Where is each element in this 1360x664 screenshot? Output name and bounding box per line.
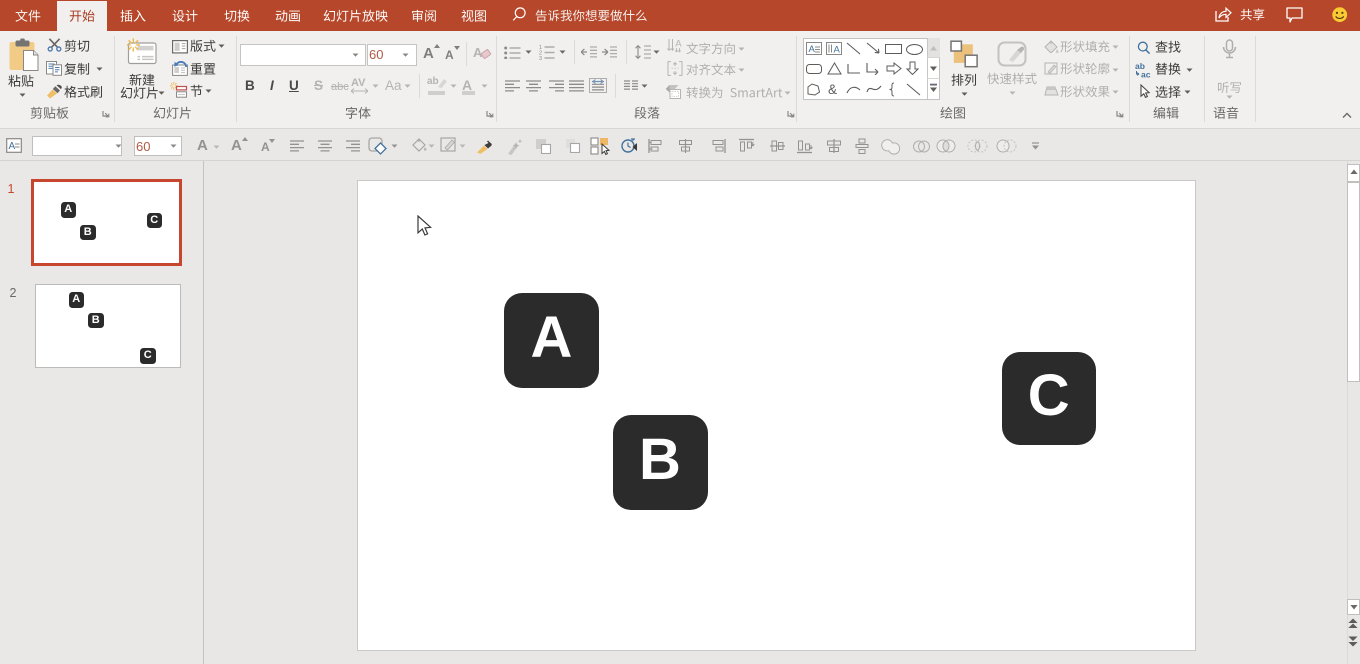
svg-text:3: 3 xyxy=(539,56,542,60)
svg-text:A: A xyxy=(809,44,816,55)
svg-text:A: A xyxy=(834,45,841,56)
svg-text:A: A xyxy=(675,39,682,50)
svg-text:&: & xyxy=(828,82,837,97)
svg-text:A: A xyxy=(9,141,16,152)
svg-text:ac: ac xyxy=(1141,70,1151,79)
